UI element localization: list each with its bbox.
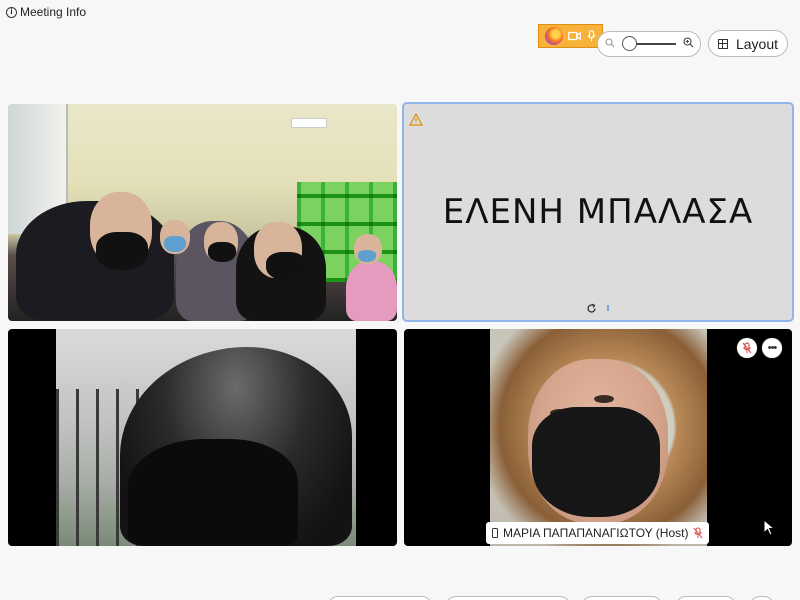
face-mask <box>96 232 148 270</box>
eye <box>594 395 614 403</box>
toolbar-button[interactable] <box>750 596 774 600</box>
video-tile-man[interactable] <box>8 329 397 546</box>
meeting-window: i Meeting Info Layout ΕΛΕΝΗ ΜΠΑΛΑΣΑ ••• … <box>0 0 800 600</box>
microphone-muted-icon <box>694 527 703 539</box>
muted-microphone-button[interactable] <box>737 338 757 358</box>
toolbar-button[interactable] <box>582 596 662 600</box>
meeting-info-button[interactable]: i Meeting Info <box>6 5 86 19</box>
zoom-slider[interactable] <box>597 31 701 57</box>
sharing-indicator[interactable] <box>538 24 603 48</box>
participant-name-tag: ΜΑΡΙΑ ΠΑΠΑΠΑΝΑΓΙΩΤΟΥ (Host) <box>486 522 710 544</box>
participant-name: ΕΛΕΝΗ ΜΠΑΛΑΣΑ <box>442 192 754 232</box>
phone-icon <box>492 528 498 538</box>
firefox-icon <box>544 27 563 45</box>
zoom-thumb[interactable] <box>622 36 637 51</box>
toolbar-button[interactable] <box>328 596 432 600</box>
grid-layout-icon <box>717 38 728 49</box>
refresh-icon <box>587 303 596 313</box>
zoom-track[interactable] <box>622 36 676 51</box>
face-mask <box>358 250 376 262</box>
face-mask <box>532 407 660 517</box>
video-tile-classroom[interactable] <box>8 104 397 321</box>
more-options-button[interactable]: ••• <box>762 338 782 358</box>
ceiling-light <box>291 118 327 128</box>
camera-icon <box>568 31 582 41</box>
mouse-cursor-icon <box>763 519 775 536</box>
video-tile-host[interactable]: ••• <box>404 329 792 546</box>
progress-indicator <box>607 305 609 311</box>
info-icon: i <box>6 6 17 18</box>
face-mask <box>164 236 186 252</box>
participant-label: ΜΑΡΙΑ ΠΑΠΑΠΑΝΑΓΙΩΤΟΥ (Host) <box>503 526 689 540</box>
layout-label: Layout <box>735 35 779 52</box>
warning-icon <box>409 113 423 126</box>
meeting-info-label: Meeting Info <box>20 5 87 19</box>
zoom-in-icon[interactable] <box>682 37 694 51</box>
participant <box>346 261 397 321</box>
zoom-out-icon[interactable] <box>604 37 616 51</box>
layout-button[interactable]: Layout <box>708 30 788 57</box>
microphone-muted-icon <box>742 342 752 354</box>
toolbar-button[interactable] <box>676 596 736 600</box>
toolbar-button[interactable] <box>446 596 570 600</box>
face-mask <box>128 439 298 546</box>
more-icon: ••• <box>767 342 778 354</box>
video-tile-eleni[interactable]: ΕΛΕΝΗ ΜΠΑΛΑΣΑ <box>402 102 794 322</box>
face-mask <box>208 242 236 262</box>
microphone-icon <box>587 30 596 42</box>
face-mask <box>266 252 306 280</box>
